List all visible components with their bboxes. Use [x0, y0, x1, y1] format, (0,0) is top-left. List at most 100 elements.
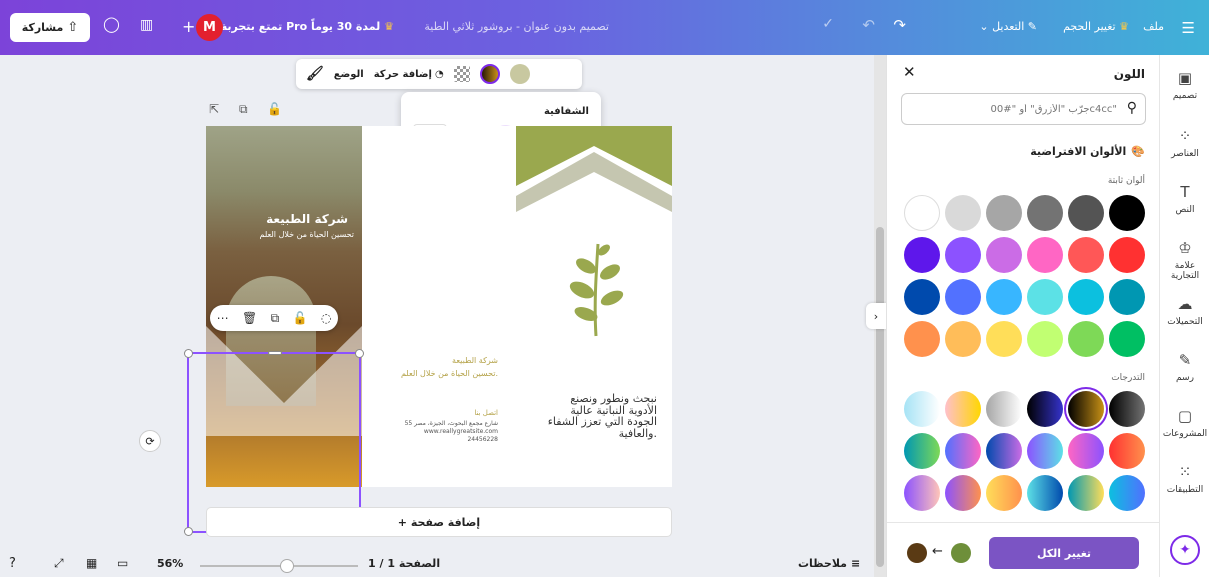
color-swatch[interactable]: [986, 195, 1022, 231]
file-menu[interactable]: ملف: [1143, 20, 1164, 33]
scrollbar-thumb[interactable]: [876, 227, 884, 567]
resize-button[interactable]: تغيير الحجم ♛: [1063, 20, 1129, 33]
color-swatch[interactable]: [945, 279, 981, 315]
gradient-swatch[interactable]: [945, 433, 981, 469]
color-swatch[interactable]: [1068, 195, 1104, 231]
gradient-swatch[interactable]: [904, 391, 940, 427]
comment-icon[interactable]: ◌: [321, 311, 331, 325]
middle-tagline[interactable]: تحسين الحياة من خلال العلم.: [382, 369, 498, 378]
page-view-icon[interactable]: ▭: [117, 556, 128, 570]
resize-handle[interactable]: [184, 527, 193, 536]
gradient-swatch[interactable]: [1109, 391, 1145, 427]
color-swatch[interactable]: [945, 195, 981, 231]
close-icon[interactable]: ✕: [903, 63, 916, 81]
gradient-swatch[interactable]: [945, 391, 981, 427]
help-icon[interactable]: ?: [9, 556, 16, 571]
rail-item-brand[interactable]: ♔ علامة التجارية: [1160, 239, 1209, 281]
lock-icon[interactable]: 🔓: [293, 311, 308, 325]
color-search-input[interactable]: [917, 99, 1117, 119]
gradient-swatch[interactable]: [1109, 475, 1145, 511]
resize-handle[interactable]: [184, 349, 193, 358]
selection-box[interactable]: [184, 349, 364, 536]
gradient-swatch[interactable]: [1068, 391, 1104, 427]
zoom-slider[interactable]: [200, 559, 358, 573]
trash-icon[interactable]: 🗑: [242, 311, 257, 325]
duplicate-icon[interactable]: ⧉: [271, 311, 280, 326]
avatar[interactable]: M: [196, 14, 223, 41]
gradient-swatch[interactable]: [1027, 475, 1063, 511]
color-swatch[interactable]: [1027, 195, 1063, 231]
change-all-button[interactable]: تغيير الكل: [989, 537, 1139, 569]
zoom-slider-thumb[interactable]: [280, 559, 294, 573]
gradient-swatch[interactable]: [904, 433, 940, 469]
rail-item-design[interactable]: ▣ تصميم: [1160, 69, 1209, 101]
fullscreen-icon[interactable]: ⤢: [54, 556, 64, 571]
resize-handle[interactable]: [355, 349, 364, 358]
right-body-text[interactable]: نبحث ونطور ونصنع الأدوية النباتية عالية …: [542, 393, 657, 439]
color-swatch[interactable]: [904, 279, 940, 315]
contact-phone[interactable]: 24456228: [382, 436, 498, 443]
redo-icon[interactable]: ↷: [893, 16, 906, 34]
gradient-swatch[interactable]: [904, 475, 940, 511]
paint-format-icon[interactable]: 🖌: [306, 66, 324, 82]
color-swatch[interactable]: [1027, 321, 1063, 357]
gradient-swatch[interactable]: [986, 475, 1022, 511]
add-page-button[interactable]: + إضافة صفحة: [206, 507, 672, 537]
menu-icon[interactable]: ☰: [1182, 19, 1195, 37]
rail-item-apps[interactable]: ⁙ التطبيقات: [1160, 463, 1209, 495]
color-swatch[interactable]: [945, 237, 981, 273]
olive-color-swatch[interactable]: [509, 64, 530, 84]
color-swatch[interactable]: [1109, 279, 1145, 315]
collapse-panel-icon[interactable]: ›: [866, 303, 886, 329]
magic-assistant-icon[interactable]: ✦: [1170, 535, 1200, 565]
middle-company-name[interactable]: شركة الطبيعة: [382, 356, 498, 365]
rotate-icon[interactable]: ⟳: [139, 430, 161, 452]
grid-view-icon[interactable]: ▦: [86, 556, 97, 570]
rail-item-draw[interactable]: ✎ رسم: [1160, 351, 1209, 383]
analytics-icon[interactable]: ▥: [140, 17, 153, 33]
color-swatch[interactable]: [945, 321, 981, 357]
contact-title[interactable]: اتصل بنا: [382, 409, 498, 417]
document-title[interactable]: تصميم بدون عنوان - بروشور ثلاثي الطية: [424, 20, 609, 33]
edit-mode-button[interactable]: ⌄ التعديل ✎: [979, 20, 1037, 33]
color-swatch[interactable]: [1068, 237, 1104, 273]
contact-address[interactable]: 55 شارع مجمع البحوث، الجيزة، مصر: [382, 420, 498, 427]
color-swatch[interactable]: [986, 321, 1022, 357]
gradient-swatch[interactable]: [1027, 391, 1063, 427]
position-button[interactable]: الوضع: [334, 69, 364, 80]
share-button[interactable]: مشاركة ⇧: [10, 13, 90, 42]
color-swatch[interactable]: [1109, 237, 1145, 273]
zoom-level[interactable]: 56%: [157, 557, 183, 570]
gradient-swatch[interactable]: [1027, 433, 1063, 469]
transparency-icon[interactable]: [453, 66, 470, 82]
comment-icon[interactable]: ◯: [103, 15, 120, 33]
gradient-swatch[interactable]: [986, 391, 1022, 427]
color-swatch[interactable]: [986, 279, 1022, 315]
color-swatch[interactable]: [1027, 279, 1063, 315]
undo-icon[interactable]: ↶: [862, 16, 875, 34]
color-swatch[interactable]: [904, 321, 940, 357]
color-swatch[interactable]: [904, 237, 940, 273]
color-swatch[interactable]: [986, 237, 1022, 273]
lock-page-icon[interactable]: 🔓: [267, 102, 282, 116]
contact-website[interactable]: www.reallygreatsite.com: [382, 428, 498, 435]
rail-item-projects[interactable]: ▢ المشروعات: [1160, 407, 1209, 439]
color-swatch[interactable]: [1027, 237, 1063, 273]
left-company-name[interactable]: شركة الطبيعة: [266, 212, 348, 226]
more-icon[interactable]: ⋯: [217, 311, 229, 325]
rail-item-text[interactable]: T النص: [1160, 183, 1209, 215]
notes-button[interactable]: ملاحظات ≡: [798, 557, 860, 570]
gradient-swatch[interactable]: [945, 475, 981, 511]
gradient-swatch[interactable]: [1068, 475, 1104, 511]
color-swatch[interactable]: [1109, 195, 1145, 231]
gradient-swatch[interactable]: [1109, 433, 1145, 469]
pro-trial-link[interactable]: تمتع بتجربة Pro لمدة 30 يوماً ♛: [221, 20, 394, 33]
color-swatch[interactable]: [904, 195, 940, 231]
duplicate-page-icon[interactable]: ⧉: [239, 102, 248, 117]
gradient-color-swatch[interactable]: [479, 64, 500, 84]
add-note-icon[interactable]: ⇱: [209, 102, 219, 116]
color-swatch[interactable]: [1109, 321, 1145, 357]
animate-button[interactable]: إضافة حركة ◔: [374, 69, 444, 80]
resize-handle[interactable]: [268, 351, 282, 355]
color-swatch[interactable]: [1068, 321, 1104, 357]
